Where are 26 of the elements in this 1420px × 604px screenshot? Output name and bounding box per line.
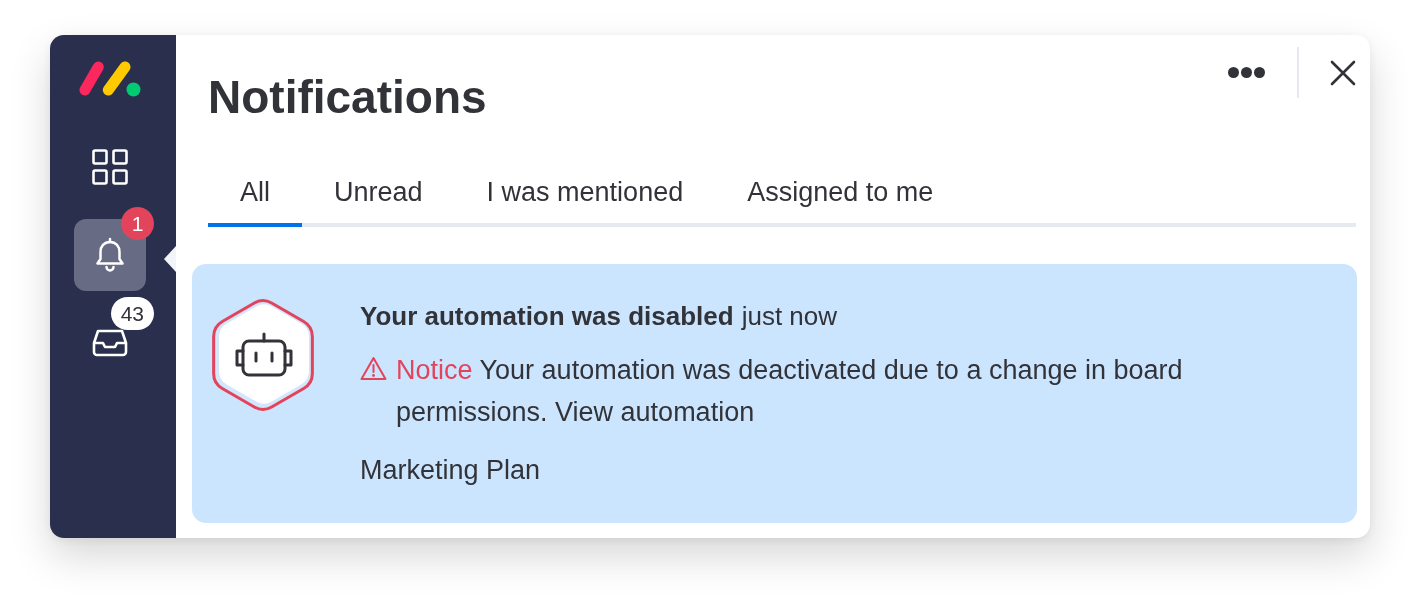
- notifications-button[interactable]: 1: [74, 207, 154, 291]
- close-button[interactable]: [1330, 59, 1356, 86]
- inbox-button[interactable]: 43: [92, 297, 154, 358]
- count-badge: 1: [121, 207, 154, 240]
- robot-icon: [212, 296, 314, 414]
- notification-title: Your automation was disabled: [360, 301, 734, 331]
- tab[interactable]: I was mentioned: [454, 164, 716, 227]
- grid-icon: [92, 149, 128, 185]
- logo-icon: [79, 61, 141, 97]
- warning-icon: [360, 356, 387, 381]
- notice-message: Notice Your automation was deactivated due to a change in board permissions. View automation: [396, 354, 1184, 429]
- panel-title: Notifications: [208, 71, 487, 124]
- board-name: Marketing Plan: [360, 454, 542, 486]
- close-icon: [1330, 59, 1356, 86]
- tab[interactable]: Unread: [302, 164, 455, 227]
- more-icon: [1228, 67, 1265, 78]
- notification-card[interactable]: Your automation was disabled just now Notice Your automation was deactivated due to a change in board permissions. View automation Marketing Plan: [192, 264, 1357, 523]
- tab[interactable]: Assigned to me: [715, 164, 966, 227]
- caret-icon: [164, 246, 176, 272]
- count-badge: 43: [110, 297, 154, 330]
- apps-button[interactable]: [92, 149, 128, 185]
- notification-time: just now: [741, 301, 838, 331]
- tab[interactable]: All: [208, 164, 302, 227]
- inbox-icon: [92, 328, 128, 358]
- bell-icon: [95, 237, 125, 273]
- more-button[interactable]: [1228, 67, 1265, 78]
